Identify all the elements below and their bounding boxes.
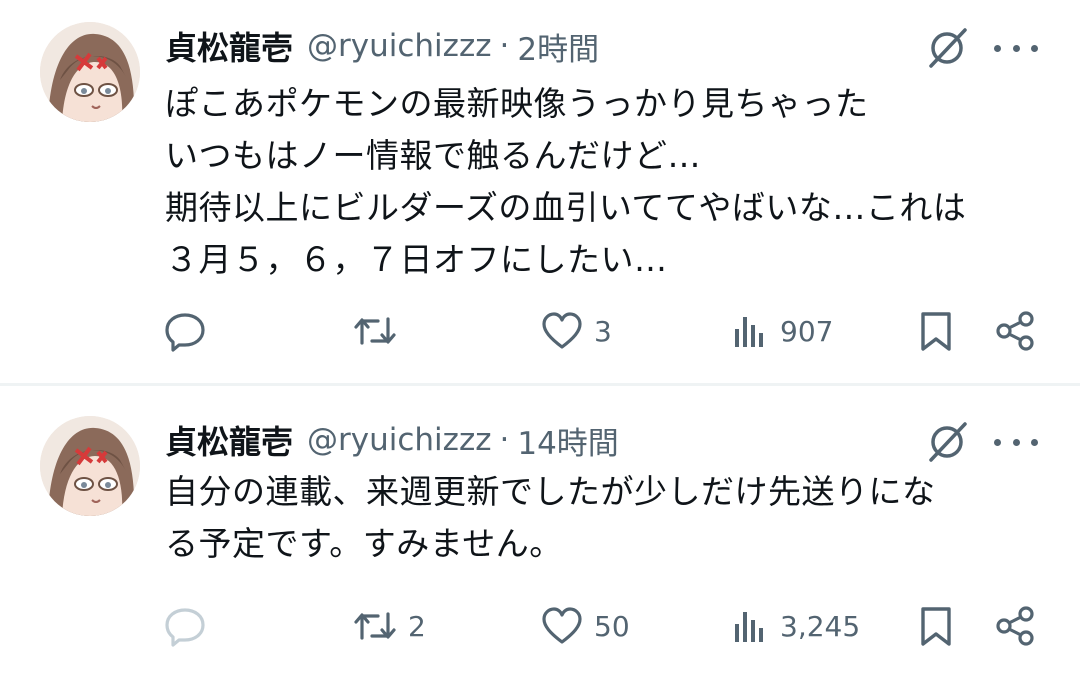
bookmark-button[interactable] [916, 303, 956, 359]
share-icon [994, 309, 1038, 353]
share-icon [994, 604, 1038, 648]
tweet-text: ぽこあポケモンの最新映像うっかり見ちゃった いつもはノー情報で触るんだけど… 期… [165, 84, 967, 279]
timestamp[interactable]: 14時間 [517, 418, 618, 463]
grok-icon[interactable] [923, 24, 971, 72]
grok-icon[interactable] [923, 418, 971, 466]
retweet-button[interactable]: 2 [352, 598, 426, 654]
bookmark-icon [916, 309, 956, 353]
tweet-header: 貞松龍壱 @ryuichizzz · 2時間 [165, 20, 599, 72]
bookmark-icon [916, 604, 956, 648]
author-name[interactable]: 貞松龍壱 [165, 417, 293, 463]
author-handle[interactable]: @ryuichizzz [307, 422, 491, 458]
heart-icon [540, 604, 584, 648]
avatar[interactable] [40, 416, 140, 516]
retweet-icon [352, 604, 398, 648]
retweet-button[interactable] [352, 303, 408, 359]
retweet-count: 2 [408, 609, 426, 643]
separator-dot: · [499, 422, 510, 458]
bookmark-button[interactable] [916, 598, 956, 654]
views-button[interactable]: 907 [730, 303, 833, 359]
view-count: 907 [780, 314, 834, 348]
reply-icon [163, 309, 207, 353]
like-count: 3 [594, 314, 612, 348]
reply-button[interactable] [163, 303, 217, 359]
reply-button[interactable] [163, 598, 217, 654]
author-name[interactable]: 貞松龍壱 [165, 23, 293, 69]
action-bar: 3 907 [0, 303, 1080, 359]
action-bar: 2 50 3,245 [0, 598, 1080, 654]
more-icon[interactable] [994, 26, 1038, 70]
author-handle[interactable]: @ryuichizzz [307, 28, 491, 64]
views-icon [730, 604, 770, 648]
views-icon [730, 309, 770, 353]
separator-dot: · [499, 28, 510, 64]
views-button[interactable]: 3,245 [730, 598, 860, 654]
share-button[interactable] [994, 598, 1038, 654]
timestamp[interactable]: 2時間 [517, 24, 599, 69]
tweet[interactable]: 貞松龍壱 @ryuichizzz · 2時間 ぽこあポケモンの最新映像うっかり見… [0, 0, 1080, 384]
like-count: 50 [594, 609, 630, 643]
share-button[interactable] [994, 303, 1038, 359]
more-icon[interactable] [994, 420, 1038, 464]
retweet-icon [352, 309, 398, 353]
like-button[interactable]: 50 [540, 598, 630, 654]
view-count: 3,245 [780, 609, 861, 643]
tweet[interactable]: 貞松龍壱 @ryuichizzz · 14時間 自分の連載、来週更新でしたが少し… [0, 386, 1080, 678]
heart-icon [540, 309, 584, 353]
tweet-text: 自分の連載、来週更新でしたが少しだけ先送りにな る予定です。すみません。 [165, 472, 936, 563]
reply-icon [163, 604, 207, 648]
tweet-header: 貞松龍壱 @ryuichizzz · 14時間 [165, 414, 619, 466]
like-button[interactable]: 3 [540, 303, 612, 359]
avatar[interactable] [40, 22, 140, 122]
